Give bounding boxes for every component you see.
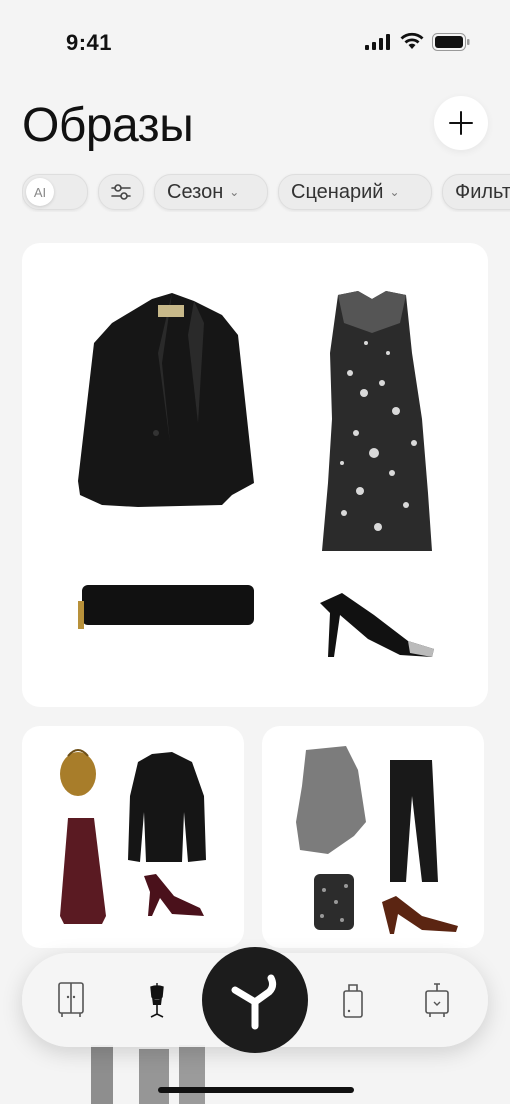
trousers-image — [390, 760, 438, 882]
more-filter-label: Фильтр — [455, 180, 510, 203]
filter-settings-button[interactable] — [98, 174, 144, 210]
tab-trips[interactable] — [338, 981, 368, 1019]
wardrobe-icon — [58, 982, 84, 1017]
chevron-down-icon: ⌄ — [229, 185, 240, 199]
plus-icon — [449, 111, 473, 135]
filter-bar: AI Сезон ⌄ Сценарий ⌄ Фильтр — [22, 172, 510, 212]
more-filter-chip[interactable]: Фильтр — [442, 174, 510, 210]
add-outfit-button[interactable] — [434, 96, 488, 150]
status-time: 9:41 — [66, 30, 113, 55]
mannequin-icon — [150, 983, 164, 1018]
mules-image — [382, 896, 458, 934]
scenario-filter-chip[interactable]: Сценарий ⌄ — [278, 174, 432, 210]
ai-toggle-knob: AI — [26, 178, 54, 206]
outfit-card[interactable] — [22, 243, 488, 707]
cardigan-image — [128, 752, 206, 862]
signal-icon — [365, 34, 390, 50]
sequin-dress-image — [322, 291, 432, 551]
status-bar: 9:41 — [0, 0, 510, 88]
background-outfit-preview — [91, 1045, 205, 1104]
outfit-collage — [296, 746, 458, 934]
tab-looks[interactable] — [142, 981, 172, 1019]
season-filter-label: Сезон — [167, 180, 224, 203]
battery-icon — [432, 33, 470, 51]
tab-bar — [22, 947, 488, 1053]
tab-wardrobe[interactable] — [56, 981, 86, 1019]
draped-top-image — [296, 746, 366, 854]
burgundy-heels-image — [144, 874, 204, 916]
stylist-button[interactable] — [202, 947, 308, 1053]
season-filter-chip[interactable]: Сезон ⌄ — [154, 174, 268, 210]
scenario-filter-label: Сценарий — [291, 180, 384, 203]
skirt-image — [60, 818, 106, 924]
outfit-card[interactable] — [22, 726, 244, 948]
wifi-icon — [400, 32, 424, 49]
clutch-image — [78, 585, 254, 629]
luggage-icon — [425, 983, 449, 1017]
tab-luggage[interactable] — [422, 981, 452, 1019]
outfit-card[interactable] — [262, 726, 484, 948]
beaded-bag-image — [314, 874, 354, 930]
suitcase-icon — [343, 984, 363, 1018]
heels-image — [320, 593, 434, 657]
ai-toggle[interactable]: AI — [22, 174, 88, 210]
page-title: Образы — [22, 99, 194, 152]
chevron-down-icon: ⌄ — [389, 185, 400, 199]
blazer-image — [78, 293, 254, 507]
gold-bag-image — [60, 749, 96, 796]
sliders-icon — [111, 184, 131, 200]
outfit-collage — [60, 749, 206, 924]
stylist-icon — [231, 974, 277, 1030]
home-indicator — [158, 1087, 354, 1093]
outfit-collage — [78, 291, 434, 657]
